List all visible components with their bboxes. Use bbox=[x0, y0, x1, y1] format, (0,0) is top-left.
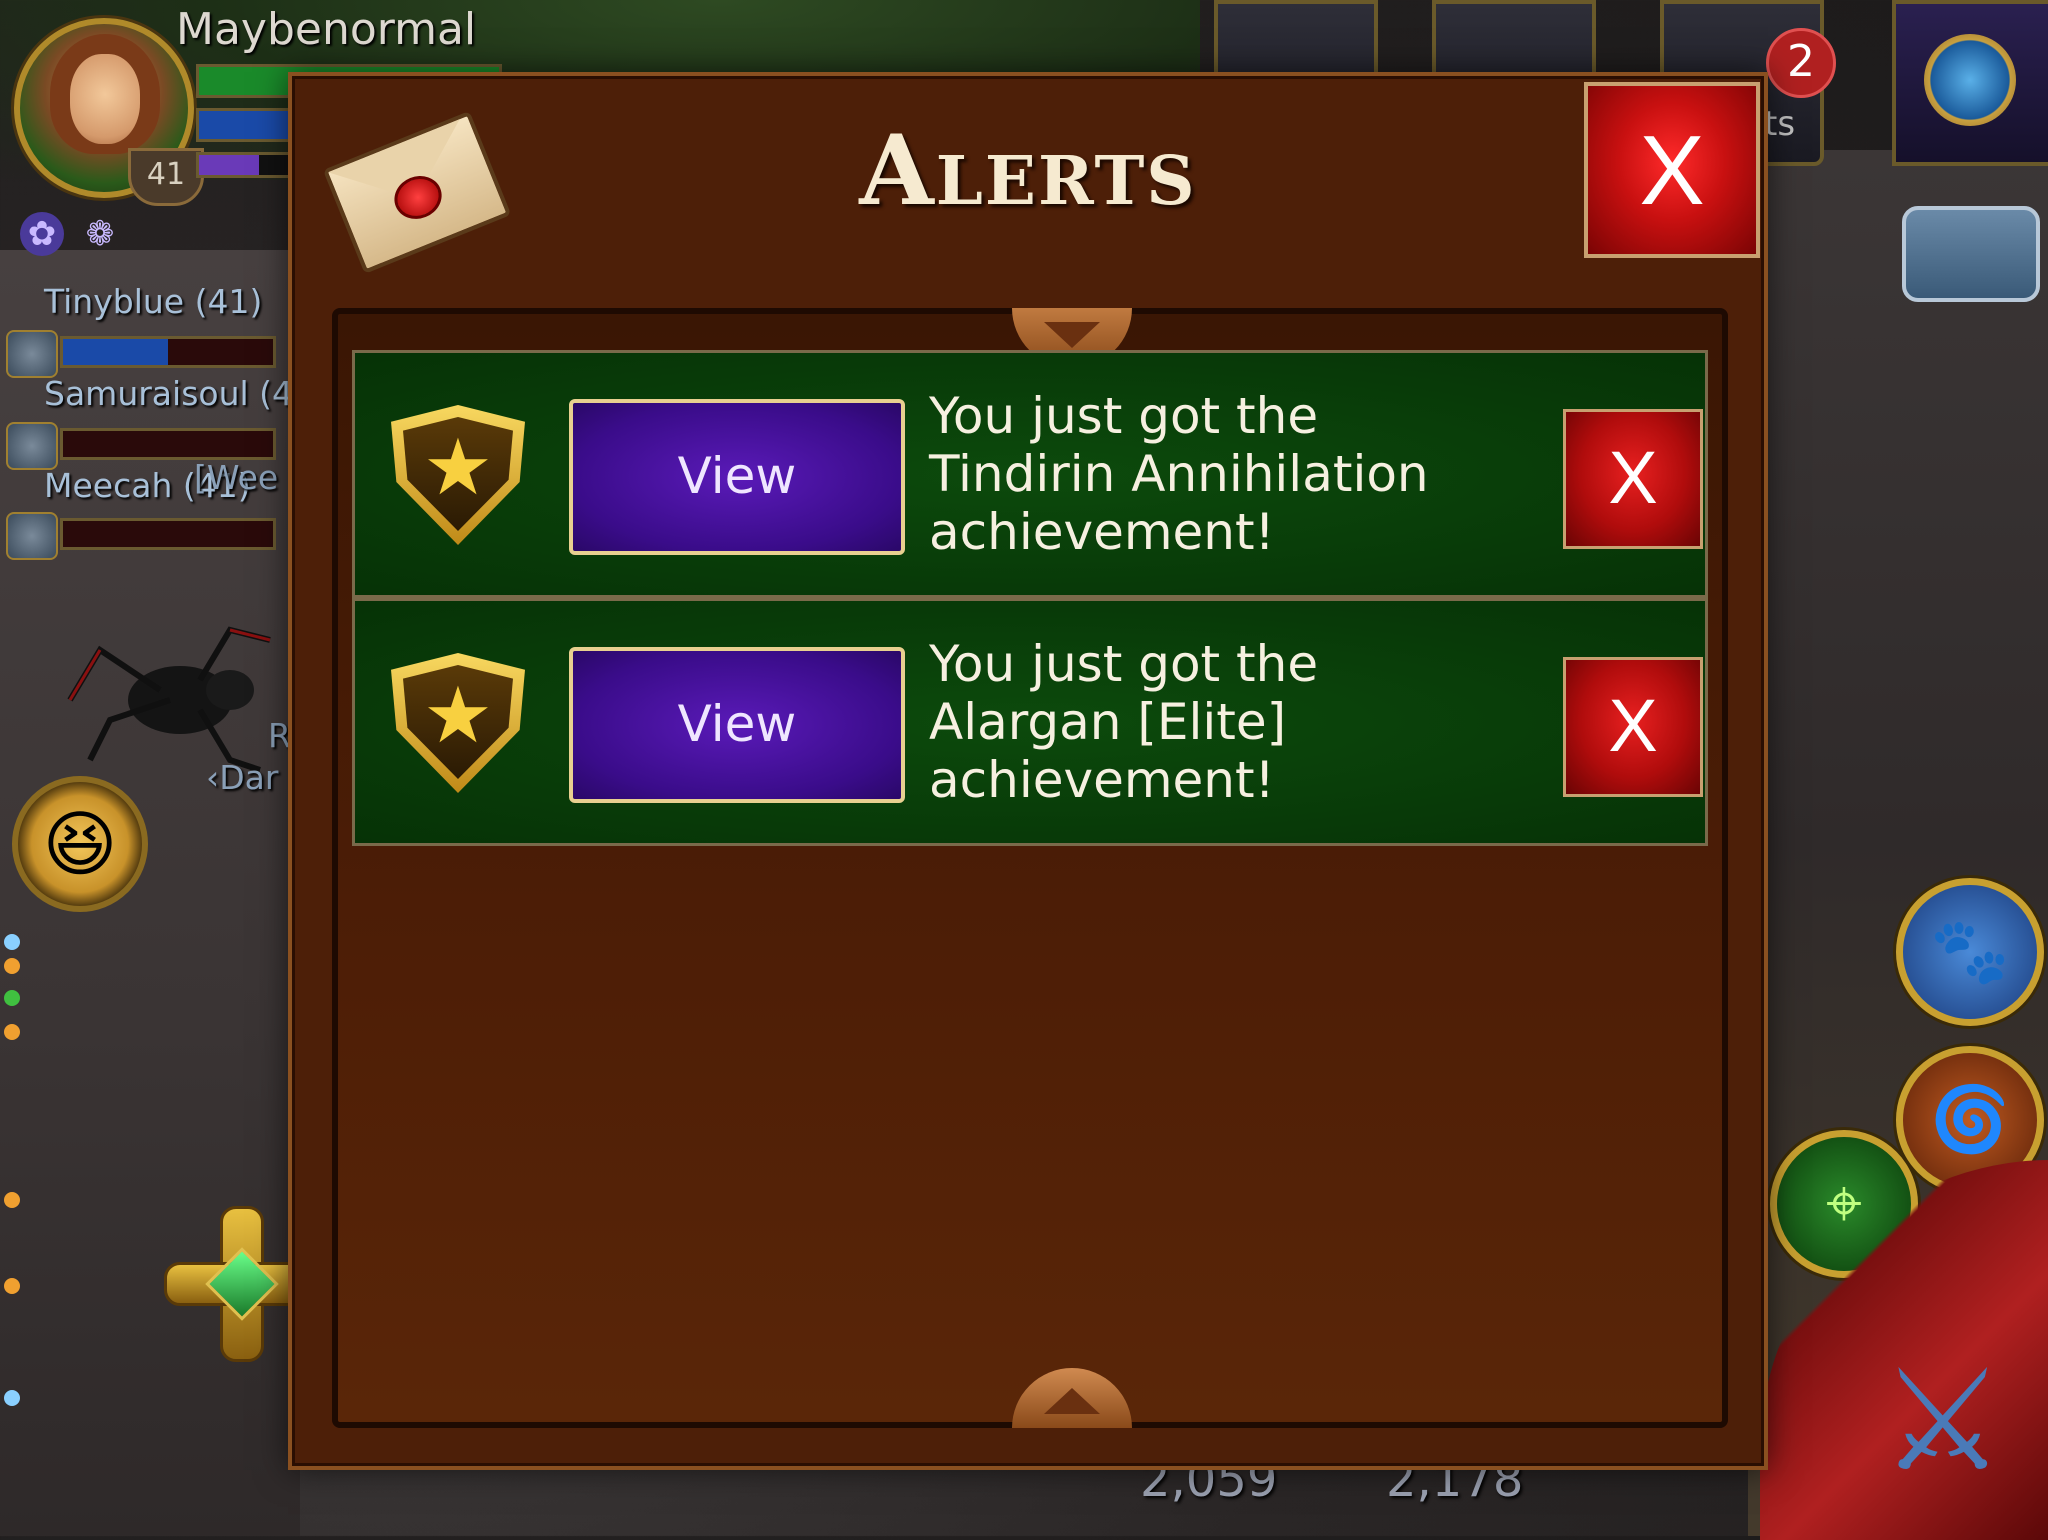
chevron-up-icon bbox=[1044, 1388, 1100, 1414]
achievement-shield-icon: ★ bbox=[391, 653, 525, 793]
party-member-portrait[interactable] bbox=[6, 422, 58, 470]
spider-creature bbox=[67, 626, 271, 773]
overlapping-label: [Wee bbox=[194, 458, 279, 497]
alerts-list[interactable]: ★ View You just got the Tindirin Annihil… bbox=[332, 308, 1728, 1428]
scroll-down-button[interactable] bbox=[1012, 1368, 1132, 1428]
mana-bar bbox=[196, 108, 302, 142]
close-icon: X bbox=[1639, 115, 1705, 225]
view-button[interactable]: View bbox=[569, 399, 905, 555]
paw-icon: 🐾 bbox=[1930, 915, 2010, 989]
party-member-health-bar bbox=[60, 428, 276, 460]
party-member-name: Tinyblue (41) bbox=[44, 282, 263, 321]
mail-button-label-partial: ts bbox=[1764, 104, 1796, 144]
mail-count-badge: 2 bbox=[1766, 28, 1836, 98]
alert-message: You just got the Tindirin Annihilation a… bbox=[929, 387, 1429, 561]
guild-tag-partial: ‹Dar bbox=[206, 758, 279, 797]
party-member-health-bar bbox=[60, 518, 276, 550]
alert-message: You just got the Alargan [Elite] achieve… bbox=[929, 635, 1319, 809]
dpad-center-gem bbox=[205, 1247, 279, 1321]
crosshair-icon: ⌖ bbox=[1825, 1167, 1863, 1241]
party-member-portrait[interactable] bbox=[6, 330, 58, 378]
indicator-dot bbox=[4, 934, 20, 950]
alert-item: ★ View You just got the Alargan [Elite] … bbox=[352, 598, 1708, 846]
dismiss-alert-button[interactable]: X bbox=[1563, 657, 1703, 797]
chat-bubble-icon[interactable] bbox=[1902, 206, 2040, 302]
indicator-dot bbox=[4, 1390, 20, 1406]
player-name: Maybenormal bbox=[176, 4, 477, 55]
dismiss-alert-button[interactable]: X bbox=[1563, 409, 1703, 549]
indicator-dot bbox=[4, 1192, 20, 1208]
buff-flower-outline-icon[interactable]: ❁ bbox=[78, 212, 122, 256]
indicator-dot bbox=[4, 990, 20, 1006]
pet-button[interactable]: 🐾 bbox=[1896, 878, 2044, 1026]
emote-button[interactable]: 😆 bbox=[12, 776, 148, 912]
party-member-portrait[interactable] bbox=[6, 512, 58, 560]
player-level-badge: 41 bbox=[128, 148, 204, 206]
alerts-window: Alerts X ★ View You just got the Tindiri… bbox=[288, 72, 1768, 1470]
achievement-shield-icon: ★ bbox=[391, 405, 525, 545]
chevron-down-icon bbox=[1044, 322, 1100, 348]
laughing-face-icon: 😆 bbox=[42, 802, 118, 886]
indicator-dot bbox=[4, 1024, 20, 1040]
indicator-dot bbox=[4, 958, 20, 974]
view-button[interactable]: View bbox=[569, 647, 905, 803]
close-alerts-button[interactable]: X bbox=[1584, 82, 1760, 258]
compass-icon bbox=[1924, 34, 2016, 126]
star-icon: ★ bbox=[423, 423, 493, 513]
energy-bar bbox=[196, 152, 302, 178]
alert-item: ★ View You just got the Tindirin Annihil… bbox=[352, 350, 1708, 598]
portrait-face bbox=[70, 54, 140, 144]
alerts-title: Alerts bbox=[859, 114, 1197, 227]
spiral-icon: 🌀 bbox=[1930, 1083, 2010, 1157]
buff-flower-icon[interactable]: ✿ bbox=[20, 212, 64, 256]
map-button[interactable] bbox=[1892, 0, 2048, 166]
star-icon: ★ bbox=[423, 671, 493, 761]
party-member-health-bar bbox=[60, 336, 276, 368]
party-member-name: Samuraisoul (4 bbox=[44, 374, 294, 413]
indicator-dot bbox=[4, 1278, 20, 1294]
crossed-swords-icon: ⚔ bbox=[1880, 1340, 2006, 1503]
